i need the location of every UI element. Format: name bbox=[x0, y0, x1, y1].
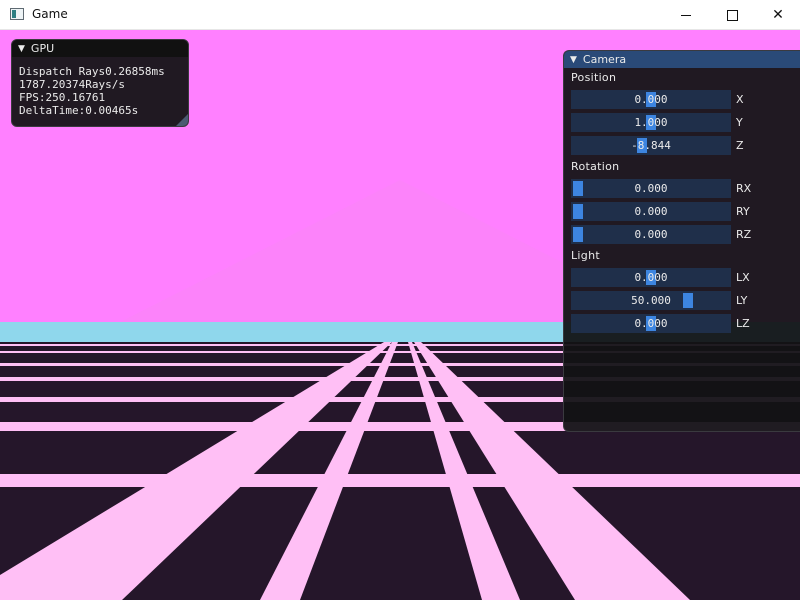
stat-fps: FPS:250.16761 bbox=[19, 91, 106, 104]
slider-row-rz: 0.000 RZ bbox=[564, 223, 800, 246]
light-z-slider[interactable]: 0.000 bbox=[571, 314, 731, 333]
slider-value: 50.000 bbox=[631, 294, 671, 307]
maximize-icon bbox=[726, 9, 738, 21]
slider-row-rx: 0.000 RX bbox=[564, 177, 800, 200]
slider-row-lx: 0.000 LX bbox=[564, 266, 800, 289]
position-y-slider[interactable]: 1.000 bbox=[571, 113, 731, 132]
collapse-arrow-icon[interactable]: ▼ bbox=[570, 55, 577, 65]
section-rotation-label: Rotation bbox=[571, 160, 620, 173]
stat-dispatch-rays: Dispatch Rays0.26858ms bbox=[19, 65, 165, 78]
slider-value: 1.000 bbox=[634, 116, 668, 129]
grid-line bbox=[0, 474, 800, 487]
section-light-label: Light bbox=[571, 249, 600, 262]
camera-panel-title: Camera bbox=[582, 53, 627, 66]
gpu-stats-panel[interactable]: ▼ GPU Dispatch Rays0.26858ms 1787.20374R… bbox=[11, 39, 189, 127]
slider-value: -8.844 bbox=[631, 139, 671, 152]
slider-value: 0.000 bbox=[634, 228, 668, 241]
gpu-stats: Dispatch Rays0.26858ms 1787.20374Rays/s … bbox=[12, 57, 188, 117]
slider-value: 0.000 bbox=[634, 271, 668, 284]
position-x-slider[interactable]: 0.000 bbox=[571, 90, 731, 109]
axis-label: LZ bbox=[736, 317, 750, 330]
rotation-z-slider[interactable]: 0.000 bbox=[571, 225, 731, 244]
maximize-button[interactable] bbox=[709, 0, 755, 30]
slider-row-lz: 0.000 LZ bbox=[564, 312, 800, 335]
axis-label: RX bbox=[736, 182, 752, 195]
stat-delta-time: DeltaTime:0.00465s bbox=[19, 104, 139, 117]
section-position-label: Position bbox=[571, 71, 617, 84]
camera-panel-header[interactable]: ▼ Camera bbox=[564, 51, 800, 68]
light-x-slider[interactable]: 0.000 bbox=[571, 268, 731, 287]
app-window-icon bbox=[10, 8, 24, 20]
axis-label: Z bbox=[736, 139, 744, 152]
rotation-y-slider[interactable]: 0.000 bbox=[571, 202, 731, 221]
stat-rays-per-second: 1787.20374Rays/s bbox=[19, 78, 125, 91]
camera-panel[interactable]: ▼ Camera Position 0.000 X 1.000 Y -8.844… bbox=[563, 50, 800, 432]
window-title-bar: Game ✕ bbox=[0, 0, 800, 30]
axis-label: X bbox=[736, 93, 744, 106]
close-icon: ✕ bbox=[772, 7, 784, 23]
light-y-slider[interactable]: 50.000 bbox=[571, 291, 731, 310]
window-title: Game bbox=[32, 7, 68, 21]
minimize-button[interactable] bbox=[663, 0, 709, 30]
position-z-slider[interactable]: -8.844 bbox=[571, 136, 731, 155]
gpu-panel-header[interactable]: ▼ GPU bbox=[12, 40, 188, 57]
slider-value: 0.000 bbox=[634, 317, 668, 330]
slider-row-ly: 50.000 LY bbox=[564, 289, 800, 312]
slider-row-y: 1.000 Y bbox=[564, 111, 800, 134]
slider-value: 0.000 bbox=[634, 93, 668, 106]
resize-grip-icon[interactable] bbox=[176, 114, 188, 126]
minimize-icon bbox=[681, 14, 691, 16]
slider-row-ry: 0.000 RY bbox=[564, 200, 800, 223]
rotation-x-slider[interactable]: 0.000 bbox=[571, 179, 731, 198]
axis-label: RY bbox=[736, 205, 750, 218]
axis-label: RZ bbox=[736, 228, 752, 241]
collapse-arrow-icon[interactable]: ▼ bbox=[18, 44, 25, 54]
axis-label: LY bbox=[736, 294, 748, 307]
gpu-panel-title: GPU bbox=[30, 42, 55, 55]
axis-label: Y bbox=[736, 116, 743, 129]
slider-value: 0.000 bbox=[634, 182, 668, 195]
slider-row-x: 0.000 X bbox=[564, 88, 800, 111]
slider-value: 0.000 bbox=[634, 205, 668, 218]
slider-row-z: -8.844 Z bbox=[564, 134, 800, 157]
close-button[interactable]: ✕ bbox=[755, 0, 800, 30]
axis-label: LX bbox=[736, 271, 750, 284]
